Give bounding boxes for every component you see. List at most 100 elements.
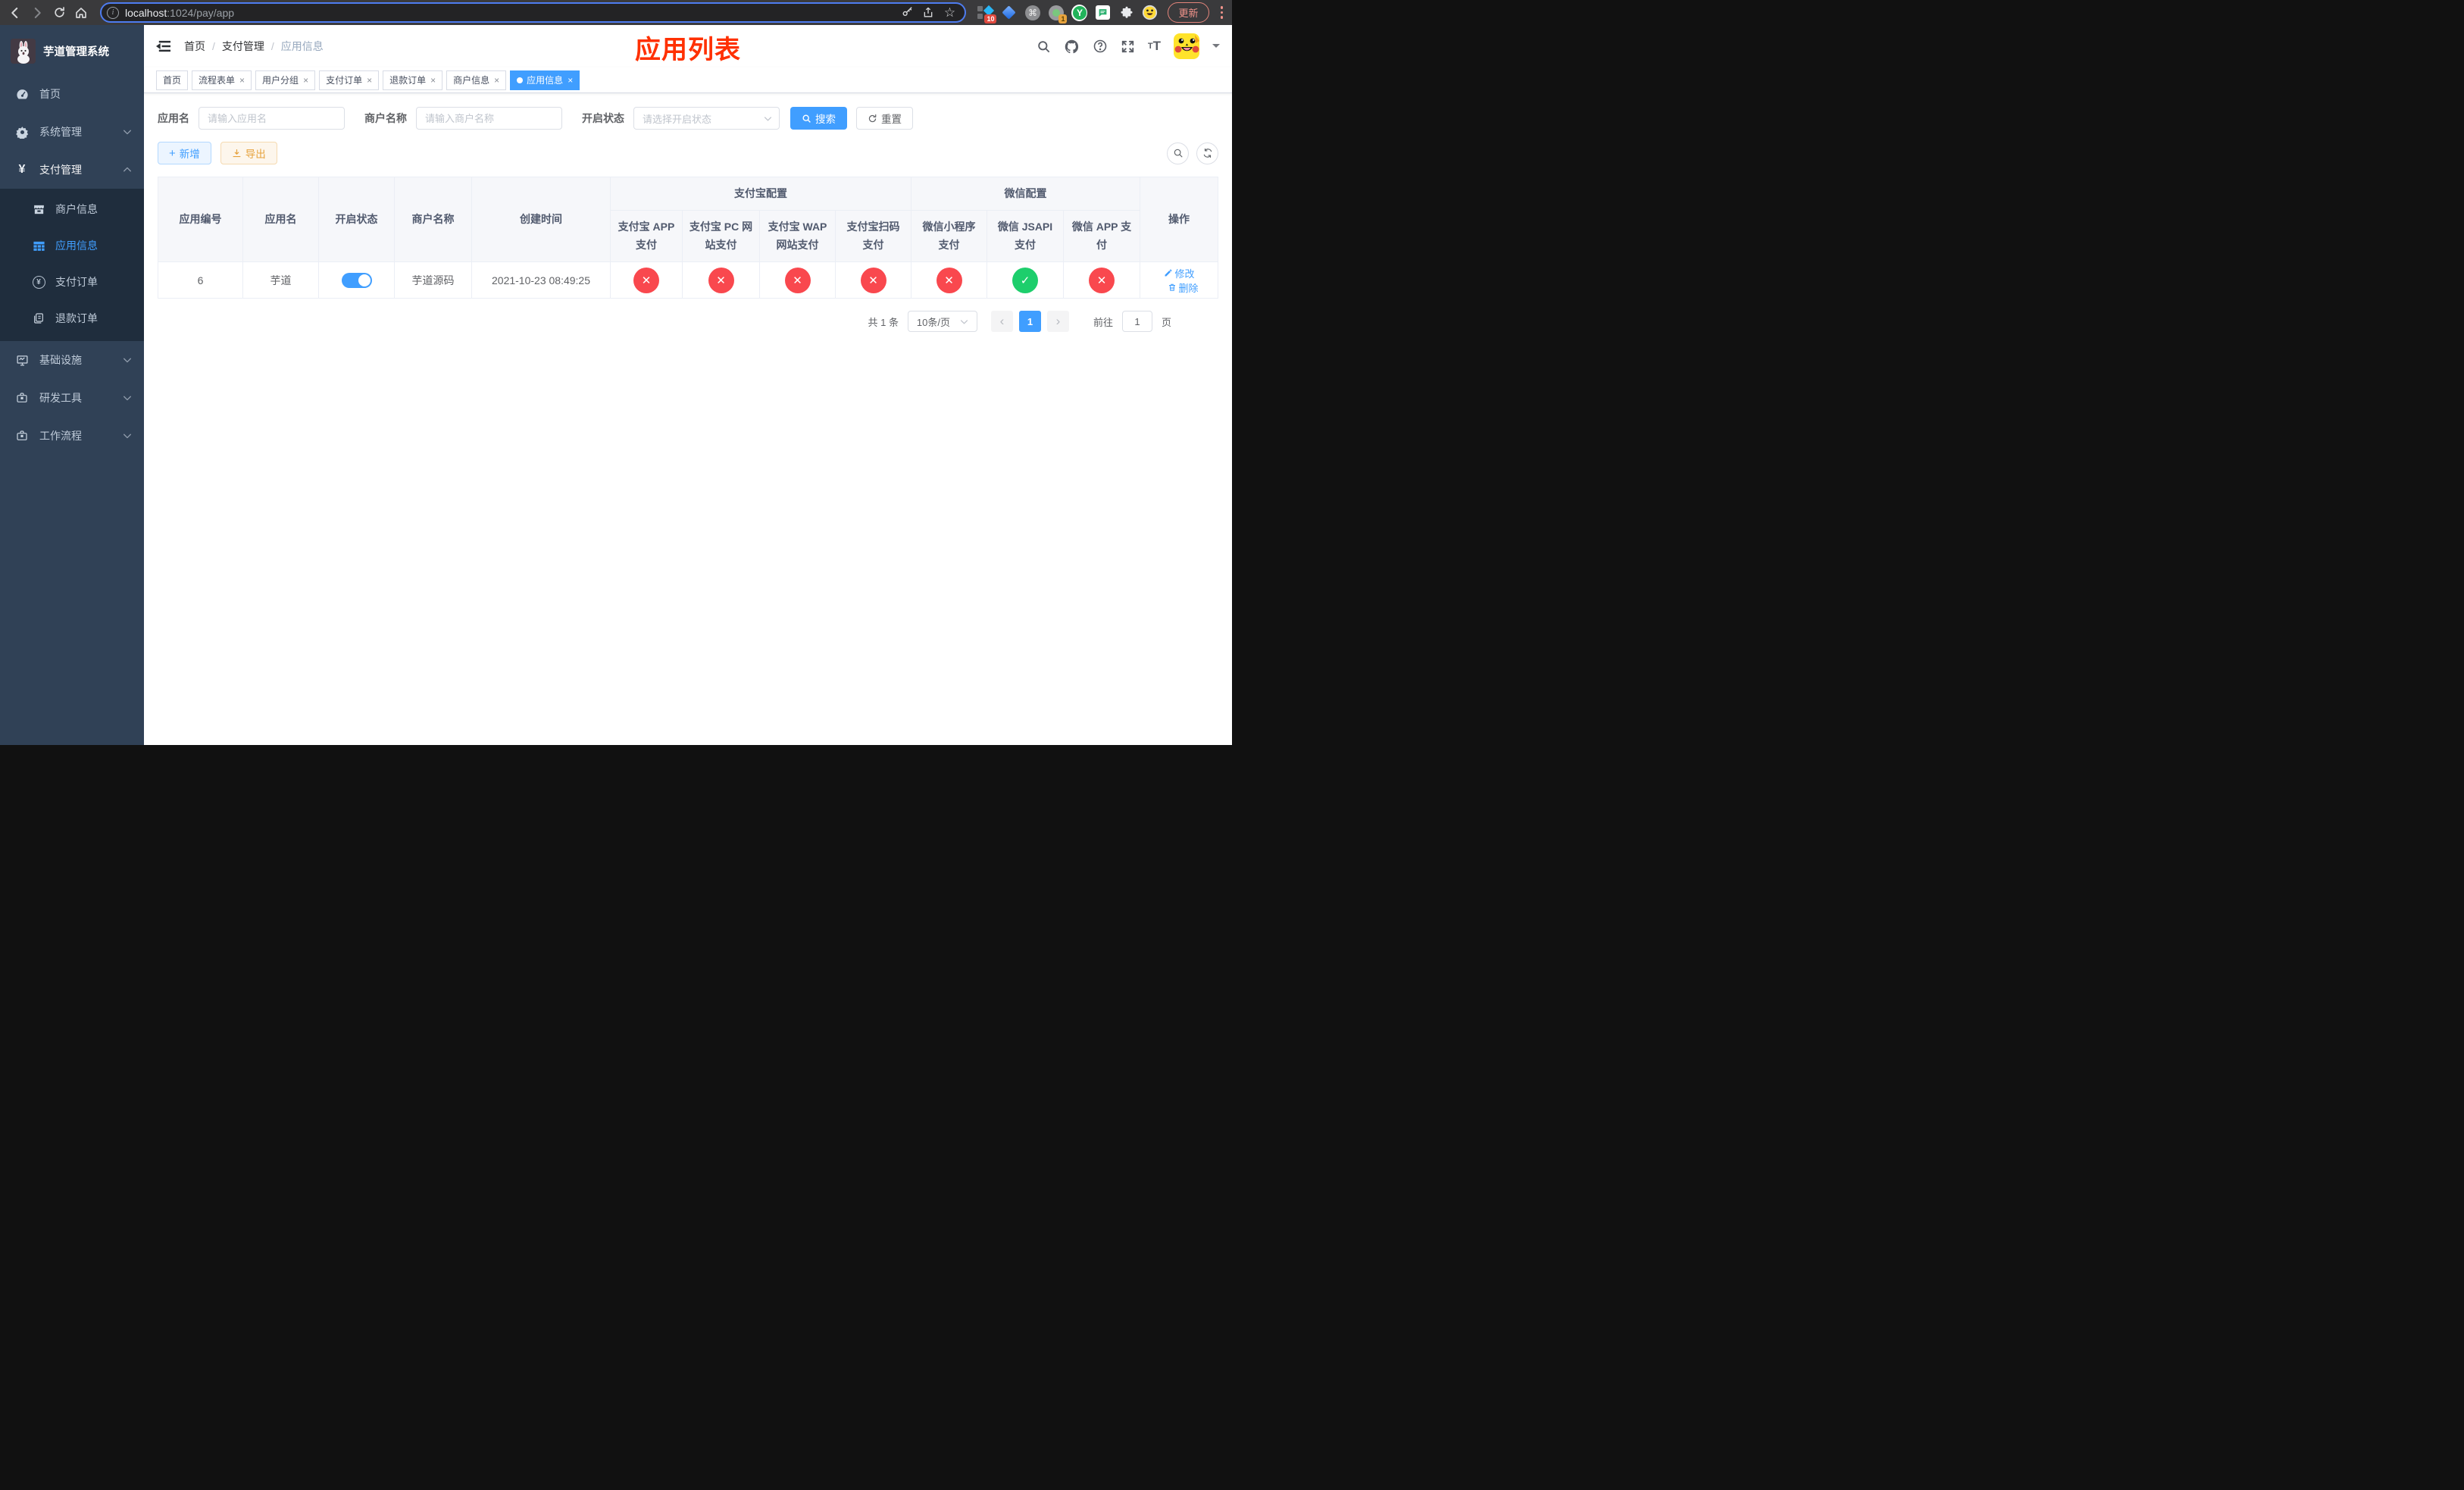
tag-app-info[interactable]: 应用信息 × (510, 70, 580, 90)
bookmark-star-icon[interactable]: ☆ (942, 5, 957, 20)
close-icon[interactable]: × (568, 75, 573, 86)
sidebar-item-label: 首页 (39, 88, 61, 100)
url-text[interactable]: localhost:1024/pay/app (125, 7, 234, 19)
col-created: 创建时间 (471, 177, 611, 262)
breadcrumb-separator: / (270, 40, 274, 52)
current-page-button[interactable]: 1 (1018, 311, 1041, 332)
close-icon[interactable]: × (303, 75, 308, 86)
fullscreen-icon[interactable] (1121, 39, 1135, 54)
sidebar-item-workflow[interactable]: 工作流程 (0, 417, 144, 455)
refresh-icon-button[interactable] (1196, 142, 1218, 164)
devtools-badge: 10 (984, 14, 997, 23)
gear-icon (15, 126, 29, 139)
sidebar-collapse-icon[interactable] (156, 39, 170, 53)
close-icon[interactable]: × (494, 75, 499, 86)
page-size-select[interactable]: 10条/页 (907, 311, 977, 332)
chat-extension-icon[interactable] (1095, 5, 1111, 20)
password-key-icon[interactable] (899, 5, 915, 20)
browser-forward-icon[interactable] (30, 5, 45, 20)
breadcrumb-separator: / (212, 40, 215, 52)
briefcase-icon (15, 392, 29, 404)
avatar-caret-icon[interactable] (1212, 44, 1220, 52)
next-page-button[interactable]: › (1046, 311, 1069, 332)
edit-link[interactable]: 修改 (1164, 266, 1195, 280)
alipay-app-status-icon: ✕ (633, 267, 659, 293)
breadcrumb: 首页 / 支付管理 / 应用信息 (184, 39, 324, 54)
sidebar-item-label: 支付订单 (55, 276, 98, 288)
font-size-icon[interactable]: TT (1148, 39, 1161, 54)
sidebar-item-home[interactable]: 首页 (0, 75, 144, 113)
chevron-down-icon (764, 114, 772, 123)
tag-pay-order[interactable]: 支付订单 × (319, 70, 380, 90)
url-path: :1024/pay/app (167, 6, 235, 19)
status-toggle[interactable] (341, 272, 372, 288)
tag-user-group[interactable]: 用户分组 × (255, 70, 316, 90)
browser-home-icon[interactable] (73, 5, 89, 20)
pager: ‹ 1 › (990, 311, 1069, 332)
help-icon[interactable] (1093, 39, 1108, 54)
monitor-chart-icon (15, 354, 29, 367)
tag-home[interactable]: 首页 (156, 70, 189, 90)
filter-app-name: 应用名 (158, 107, 345, 130)
export-button[interactable]: 导出 (220, 142, 277, 164)
wx-app-status-icon: ✕ (1089, 267, 1115, 293)
sidebar-item-pay-order[interactable]: ¥ 支付订单 (0, 264, 144, 300)
breadcrumb-home[interactable]: 首页 (184, 39, 205, 54)
add-button[interactable]: + 新增 (158, 142, 211, 164)
header-search-icon[interactable] (1037, 39, 1051, 54)
filter-merchant-name: 商户名称 (364, 107, 562, 130)
goto-page-input[interactable] (1121, 311, 1152, 332)
tag-merchant-info[interactable]: 商户信息 × (446, 70, 507, 90)
github-icon[interactable] (1064, 39, 1080, 55)
merchant-name-input[interactable] (416, 107, 562, 130)
sidebar-item-label: 系统管理 (39, 126, 82, 138)
gem-extension-icon[interactable] (1001, 5, 1017, 20)
tags-view: 首页 流程表单 × 用户分组 × 支付订单 × 退款订单 × 商户信息 × 应用信息 × (144, 67, 1232, 93)
sidebar-logo-row[interactable]: 芋道管理系统 (0, 25, 144, 69)
browser-update-button[interactable]: 更新 (1168, 2, 1209, 23)
user-avatar[interactable] (1174, 33, 1199, 59)
show-search-icon-button[interactable] (1167, 142, 1189, 164)
page-suffix: 页 (1161, 316, 1171, 328)
sidebar: 芋道管理系统 首页 系统管理 ¥ 支付管理 商户信息 应用信息 ¥ 支付订单 退… (0, 25, 144, 745)
browser-back-icon[interactable] (8, 5, 23, 20)
browser-menu-icon[interactable] (1220, 6, 1223, 19)
reset-button[interactable]: 重置 (856, 107, 913, 130)
breadcrumb-pay[interactable]: 支付管理 (222, 39, 264, 54)
cell-created: 2021-10-23 08:49:25 (471, 261, 611, 299)
store-icon (32, 203, 45, 216)
col-wx-jsapi: 微信 JSAPI 支付 (987, 210, 1064, 262)
browser-reload-icon[interactable] (52, 5, 67, 20)
devtools-extension-icon[interactable]: 10 (977, 5, 997, 23)
y-extension-icon[interactable]: Y (1071, 4, 1088, 21)
prev-page-button[interactable]: ‹ (990, 311, 1013, 332)
delete-link[interactable]: 删除 (1168, 280, 1199, 295)
pagination: 共 1 条 10条/页 ‹ 1 › 前往 页 (158, 311, 1218, 332)
profile-avatar-icon[interactable] (1142, 5, 1158, 20)
sidebar-item-devtools[interactable]: 研发工具 (0, 379, 144, 417)
sidebar-item-infra[interactable]: 基础设施 (0, 341, 144, 379)
site-info-icon[interactable]: i (107, 6, 119, 19)
sidebar-item-merchant-info[interactable]: 商户信息 (0, 191, 144, 227)
url-bar[interactable]: i localhost:1024/pay/app ☆ (100, 2, 967, 23)
share-icon[interactable] (921, 5, 936, 20)
sidebar-item-app-info[interactable]: 应用信息 (0, 227, 144, 264)
sidebar-item-refund-order[interactable]: 退款订单 (0, 300, 144, 337)
close-icon[interactable]: × (430, 75, 436, 86)
status-select[interactable]: 请选择开启状态 (633, 107, 780, 130)
search-button[interactable]: 搜索 (790, 107, 847, 130)
screen: i localhost:1024/pay/app ☆ 10 ⌘ 1 Y 更新 芋… (0, 0, 1232, 745)
sidebar-item-label: 工作流程 (39, 430, 82, 442)
command-extension-icon[interactable]: ⌘ (1024, 5, 1040, 20)
tag-process-form[interactable]: 流程表单 × (192, 70, 252, 90)
sidebar-item-pay[interactable]: ¥ 支付管理 (0, 151, 144, 189)
close-icon[interactable]: × (367, 75, 372, 86)
tag-refund-order[interactable]: 退款订单 × (383, 70, 443, 90)
close-icon[interactable]: × (239, 75, 245, 86)
app-window: 芋道管理系统 首页 系统管理 ¥ 支付管理 商户信息 应用信息 ¥ 支付订单 退… (0, 25, 1232, 745)
extensions-puzzle-icon[interactable] (1118, 5, 1134, 20)
col-wx-app: 微信 APP 支付 (1062, 210, 1141, 262)
sidebar-item-system[interactable]: 系统管理 (0, 113, 144, 151)
proxy-extension-icon[interactable]: 1 (1048, 5, 1068, 23)
app-name-input[interactable] (199, 107, 345, 130)
